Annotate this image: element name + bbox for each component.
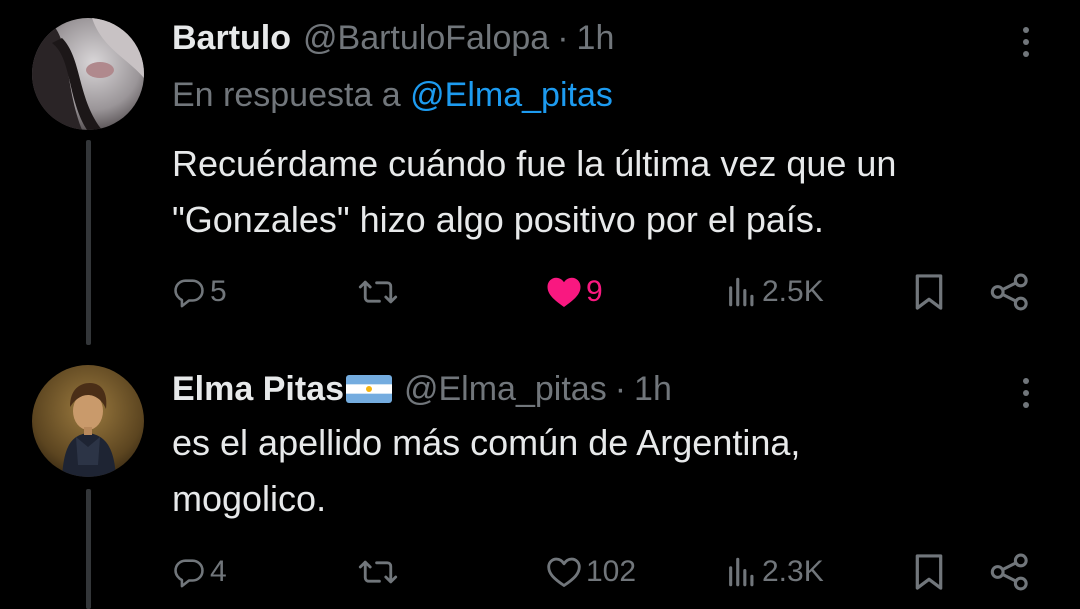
user-handle[interactable]: @BartuloFalopa — [303, 19, 549, 58]
retweet-button[interactable] — [358, 270, 402, 314]
tweet-elma-pitas[interactable]: Elma Pitas @Elma_pitas · 1h es el apelli… — [0, 345, 1080, 609]
timestamp[interactable]: 1h — [577, 19, 615, 58]
display-name[interactable]: Elma Pitas — [172, 370, 344, 409]
like-button[interactable]: 102 — [546, 550, 636, 594]
bookmark-button[interactable] — [914, 270, 944, 314]
share-icon — [990, 553, 1028, 591]
thread-line — [86, 140, 91, 345]
heart-outline-icon — [547, 557, 581, 587]
share-button[interactable] — [990, 270, 1030, 314]
reply-button[interactable]: 4 — [172, 550, 227, 594]
bookmark-icon — [915, 554, 943, 590]
views-button[interactable]: 2.5K — [726, 270, 824, 314]
avatar-elma-pitas[interactable] — [32, 365, 144, 477]
bookmark-button[interactable] — [914, 550, 944, 594]
views-icon — [729, 277, 754, 307]
reply-button[interactable]: 5 — [172, 270, 227, 314]
separator-dot: · — [614, 369, 627, 408]
more-icon[interactable] — [1014, 373, 1038, 413]
tweet-text-line: Recuérdame cuándo fue la última vez que … — [172, 143, 897, 184]
reply-context: En respuesta a @Elma_pitas — [172, 76, 613, 115]
tweet-text-line: mogolico. — [172, 478, 327, 519]
reply-icon — [174, 279, 204, 308]
display-name[interactable]: Bartulo — [172, 19, 291, 58]
tweet-text-line: "Gonzales" hizo algo positivo por el paí… — [172, 199, 824, 240]
retweet-button[interactable] — [358, 550, 402, 594]
like-button[interactable]: 9 — [546, 270, 603, 314]
bookmark-icon — [915, 274, 943, 310]
views-count: 2.5K — [762, 275, 824, 308]
like-count: 102 — [586, 555, 637, 588]
timestamp[interactable]: 1h — [634, 370, 672, 409]
argentina-flag-icon — [345, 375, 392, 403]
views-count: 2.3K — [762, 555, 824, 588]
tweet-text: es el apellido más común de Argentina, m… — [172, 415, 1032, 527]
user-handle[interactable]: @Elma_pitas — [404, 370, 607, 409]
tweet-header: Elma Pitas @Elma_pitas · 1h — [172, 367, 672, 411]
separator-dot: · — [557, 18, 569, 57]
reply-to-link[interactable]: @Elma_pitas — [410, 76, 613, 114]
share-button[interactable] — [990, 550, 1030, 594]
tweet-bartulo[interactable]: Bartulo @BartuloFalopa · 1h En respuesta… — [0, 0, 1080, 345]
retweet-icon — [358, 280, 398, 304]
views-icon — [729, 557, 754, 587]
reply-icon — [174, 559, 204, 588]
avatar-bartulo[interactable] — [32, 18, 144, 130]
reply-count: 4 — [210, 555, 227, 588]
tweet-header: Bartulo @BartuloFalopa · 1h — [172, 16, 614, 60]
action-bar: 5 9 2.5K — [172, 270, 1030, 314]
views-button[interactable]: 2.3K — [726, 550, 824, 594]
reply-prefix: En respuesta a — [172, 76, 401, 114]
thread-line — [86, 489, 91, 609]
action-bar: 4 102 2.3K — [172, 550, 1030, 594]
retweet-icon — [358, 560, 398, 584]
more-icon[interactable] — [1014, 22, 1038, 62]
reply-count: 5 — [210, 275, 227, 308]
tweet-text-line: es el apellido más común de Argentina, — [172, 422, 801, 463]
tweet-text: Recuérdame cuándo fue la última vez que … — [172, 136, 1032, 248]
like-count: 9 — [586, 275, 603, 308]
heart-filled-icon — [547, 277, 581, 307]
share-icon — [990, 273, 1028, 311]
